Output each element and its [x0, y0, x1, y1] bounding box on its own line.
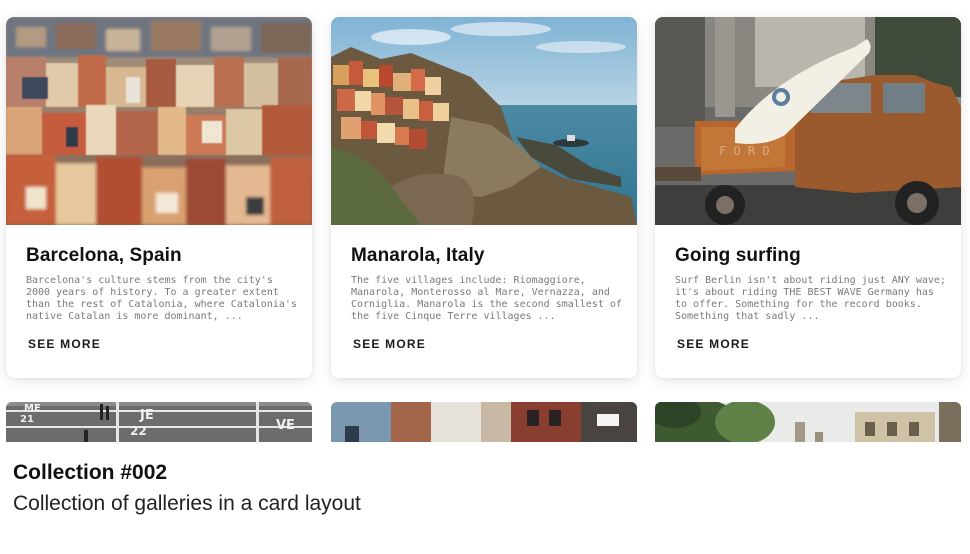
- svg-text:F O R D: F O R D: [719, 144, 770, 158]
- card-title: Barcelona, Spain: [26, 245, 182, 266]
- collection-title: Collection #002: [13, 461, 168, 484]
- see-more-link[interactable]: SEE MORE: [353, 337, 426, 351]
- card-gallery: Barcelona, Spain Barcelona's culture ste…: [0, 0, 970, 442]
- stage: Barcelona, Spain Barcelona's culture ste…: [0, 0, 970, 554]
- card-description: Surf Berlin isn't about riding just ANY …: [675, 275, 946, 322]
- manarola-coast-photo: [331, 17, 637, 225]
- gallery-card-trees-peek[interactable]: [655, 402, 961, 442]
- crosswalk-photo: ME JE VE 21 22: [6, 402, 312, 442]
- see-more-link[interactable]: SEE MORE: [28, 337, 101, 351]
- crosswalk-label: 22: [130, 424, 147, 438]
- crosswalk-label: VE: [276, 418, 295, 433]
- gallery-card-barcelona[interactable]: Barcelona, Spain Barcelona's culture ste…: [6, 17, 312, 378]
- gallery-card-crosswalk-peek[interactable]: ME JE VE 21 22: [6, 402, 312, 442]
- rusty-truck-surfboard-photo: F O R D: [655, 17, 961, 225]
- street-trees-photo: [655, 402, 961, 442]
- see-more-link[interactable]: SEE MORE: [677, 337, 750, 351]
- card-description: The five villages include: Riomaggiore, …: [351, 275, 622, 322]
- gallery-card-street-peek[interactable]: [331, 402, 637, 442]
- brick-street-photo: [331, 402, 637, 442]
- gallery-card-surfing[interactable]: F O R D Going surfing Surf Berlin isn't …: [655, 17, 961, 378]
- card-title: Manarola, Italy: [351, 245, 485, 266]
- card-title: Going surfing: [675, 245, 801, 266]
- collection-subtitle: Collection of galleries in a card layout: [13, 492, 361, 515]
- card-description: Barcelona's culture stems from the city'…: [26, 275, 297, 322]
- collection-caption: Collection #002 Collection of galleries …: [13, 458, 361, 520]
- crosswalk-label: JE: [139, 408, 154, 423]
- crosswalk-label: 21: [20, 414, 34, 425]
- barcelona-cityscape-photo: [6, 17, 312, 225]
- crosswalk-label: ME: [24, 403, 41, 414]
- gallery-card-manarola[interactable]: Manarola, Italy The five villages includ…: [331, 17, 637, 378]
